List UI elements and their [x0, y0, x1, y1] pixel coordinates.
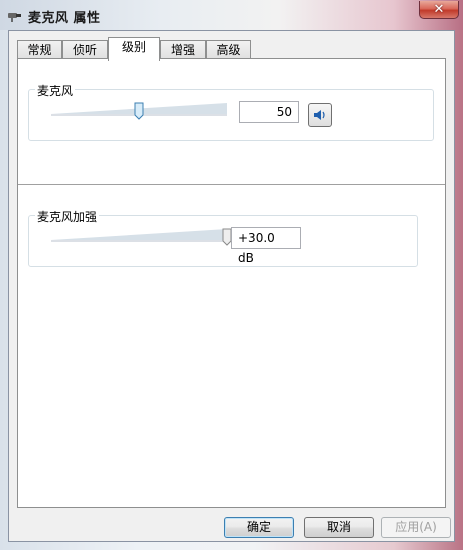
levels-panel: 麦克风 50 麦克风加强 +30.0 dB: [17, 58, 446, 508]
microphone-boost-value[interactable]: +30.0 dB: [231, 227, 301, 265]
microphone-boost-label: 麦克风加强: [35, 208, 100, 225]
microphone-level-group: 麦克风 50: [28, 82, 434, 141]
tab-listen[interactable]: 侦听: [62, 40, 108, 59]
mute-toggle-button[interactable]: [308, 103, 332, 127]
microphone-level-value[interactable]: 50: [239, 101, 299, 123]
microphone-level-slider-thumb[interactable]: [134, 102, 144, 120]
apply-button[interactable]: 应用(A): [381, 517, 451, 538]
dialog-client-area: 常规 侦听 级别 增强 高级 麦克风 50 麦克风加强 +30.0 dB 确定 …: [8, 30, 455, 542]
tab-general[interactable]: 常规: [17, 40, 62, 59]
close-icon: ✕: [433, 1, 445, 17]
title-bar[interactable]: 麦克风 属性 ✕: [0, 0, 463, 30]
ok-button[interactable]: 确定: [224, 517, 294, 538]
speaker-icon: [314, 110, 325, 120]
cancel-button[interactable]: 取消: [304, 517, 374, 538]
tab-enhancements[interactable]: 增强: [160, 40, 206, 59]
tab-advanced[interactable]: 高级: [206, 40, 251, 59]
close-button[interactable]: ✕: [419, 1, 459, 19]
microphone-boost-group: 麦克风加强 +30.0 dB: [28, 208, 418, 267]
microphone-boost-track[interactable]: [51, 228, 227, 242]
tab-levels[interactable]: 级别: [108, 37, 160, 61]
microphone-level-label: 麦克风: [35, 82, 76, 99]
dialog-window: 麦克风 属性 ✕ 常规 侦听 级别 增强 高级 麦克风 50 麦克风加强 +30…: [0, 0, 463, 550]
section-divider: [18, 184, 445, 186]
microphone-window-icon: [8, 13, 21, 22]
window-title: 麦克风 属性: [28, 11, 101, 26]
